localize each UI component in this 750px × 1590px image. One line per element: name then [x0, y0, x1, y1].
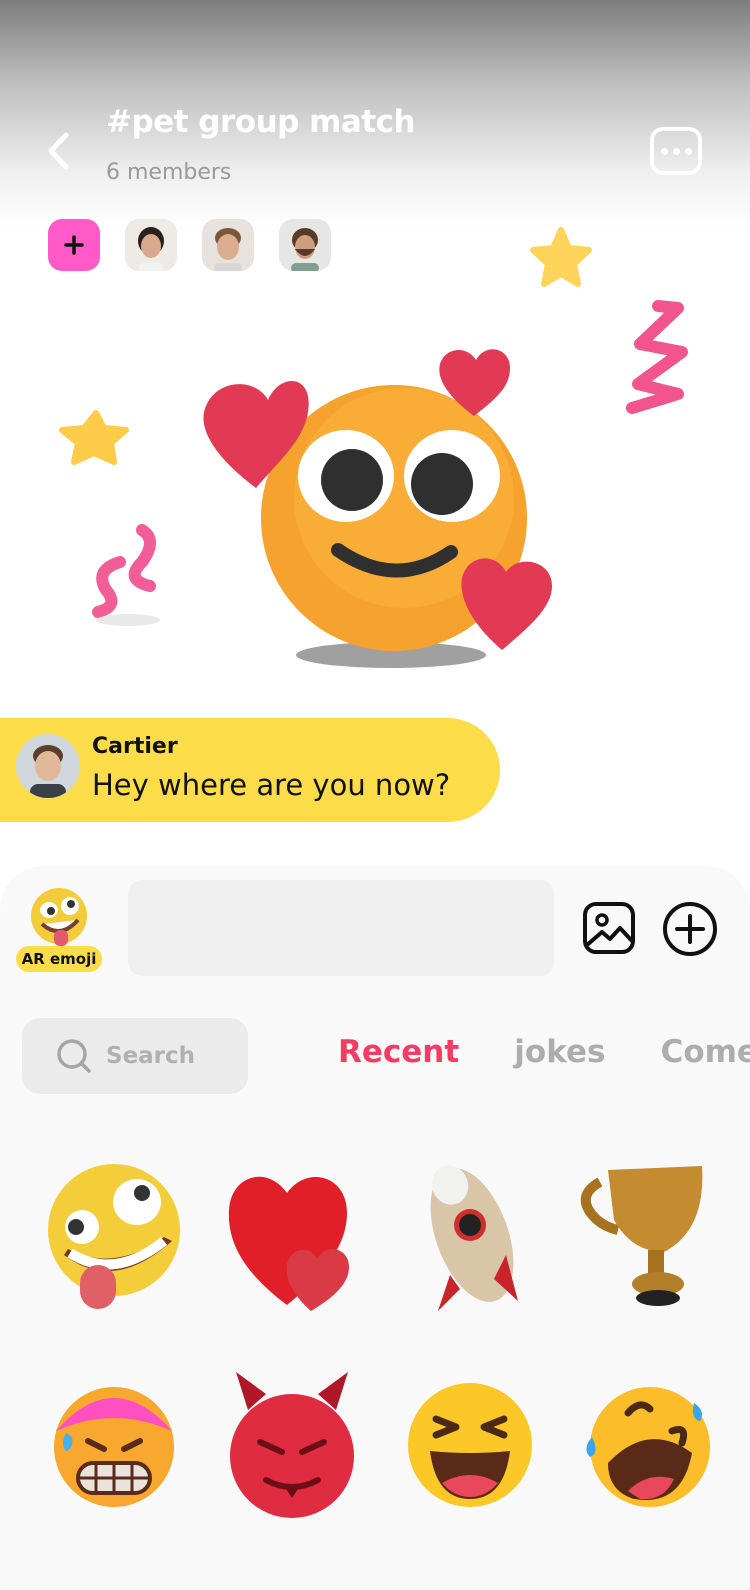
- rolling-laughing-face-icon: [586, 1387, 710, 1507]
- sticker-tabs: Recent jokes Comed: [338, 1034, 750, 1070]
- sticker-trophy[interactable]: [568, 1150, 728, 1320]
- sticker-rocket[interactable]: [390, 1150, 550, 1320]
- avatar-man-2: [279, 219, 331, 271]
- grimacing-face-icon: [54, 1387, 174, 1507]
- confetti-decoration: [92, 524, 160, 626]
- laughing-face-icon: [408, 1383, 532, 1507]
- rocket-icon: [430, 1165, 518, 1311]
- sticker-rolling-laughing-face[interactable]: [568, 1360, 728, 1530]
- sticker-search[interactable]: Search: [22, 1018, 248, 1094]
- star-decoration: [59, 410, 129, 465]
- plus-circle-icon[interactable]: [662, 901, 718, 957]
- member-avatar[interactable]: [125, 219, 177, 271]
- more-dots-icon: [660, 147, 668, 155]
- smiling-face-with-hearts-sticker: [203, 349, 552, 668]
- ar-emoji-label: AR emoji: [16, 946, 102, 972]
- sticker-laughing-face[interactable]: [390, 1360, 550, 1530]
- back-button[interactable]: [36, 126, 80, 176]
- search-icon: [57, 1039, 91, 1073]
- message-input[interactable]: [128, 880, 554, 976]
- message-text: Hey where are you now?: [92, 768, 451, 802]
- image-icon[interactable]: [582, 901, 636, 955]
- sender-name: Cartier: [92, 734, 178, 759]
- avatar-cartier: [16, 734, 80, 798]
- member-count: 6 members: [106, 160, 232, 185]
- avatar-woman: [125, 219, 177, 271]
- two-hearts-icon: [228, 1176, 349, 1311]
- member-strip: [48, 219, 331, 271]
- message-bubble[interactable]: Cartier Hey where are you now?: [0, 718, 500, 822]
- tab-jokes[interactable]: jokes: [514, 1034, 605, 1070]
- sticker-hearts[interactable]: [212, 1150, 372, 1320]
- member-avatar[interactable]: [202, 219, 254, 271]
- add-member-button[interactable]: [48, 219, 100, 271]
- star-decoration: [530, 227, 592, 287]
- page-title: #pet group match: [106, 104, 416, 140]
- tab-recent[interactable]: Recent: [338, 1034, 459, 1070]
- chevron-left-icon: [48, 132, 69, 170]
- more-dot: [672, 147, 680, 155]
- confetti-decoration: [626, 300, 688, 414]
- more-dot: [684, 147, 692, 155]
- more-options-button[interactable]: [650, 127, 702, 175]
- sticker-crazy-face[interactable]: [34, 1150, 194, 1320]
- sender-avatar[interactable]: [16, 734, 80, 798]
- tab-comedy[interactable]: Comed: [661, 1034, 750, 1070]
- avatar-man-1: [202, 219, 254, 271]
- plus-icon: [64, 235, 84, 255]
- member-avatar[interactable]: [279, 219, 331, 271]
- crazy-face-icon: [48, 1164, 180, 1309]
- search-placeholder: Search: [106, 1043, 196, 1069]
- sticker-grimacing-face[interactable]: [34, 1360, 194, 1530]
- trophy-icon: [580, 1166, 703, 1306]
- smiling-devil-icon: [230, 1372, 354, 1518]
- sticker-smiling-devil[interactable]: [212, 1360, 372, 1530]
